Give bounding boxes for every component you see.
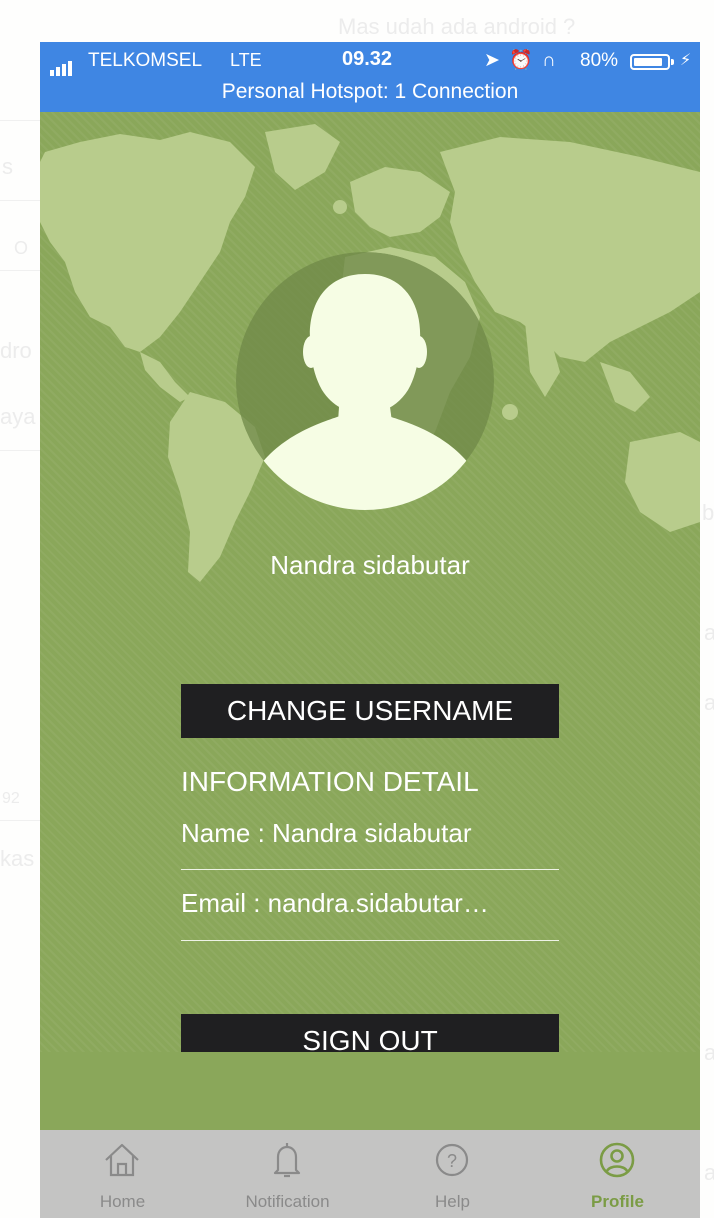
- information-detail-heading: INFORMATION DETAIL: [181, 766, 479, 797]
- network-type: LTE: [230, 50, 262, 70]
- svg-text:?: ?: [447, 1151, 457, 1171]
- signal-strength-icon: [50, 54, 74, 76]
- change-username-button[interactable]: CHANGE USERNAME: [181, 684, 559, 738]
- tab-profile-label: Profile: [591, 1192, 644, 1211]
- background-message: a: [704, 690, 714, 715]
- background-divider: [0, 270, 40, 271]
- background-message: a: [704, 1040, 714, 1065]
- background-message: O: [14, 238, 29, 258]
- profile-icon: [599, 1142, 635, 1178]
- charging-icon: ⚡: [680, 52, 692, 69]
- avatar[interactable]: [236, 252, 494, 510]
- bottom-spacer: [40, 1052, 700, 1130]
- tab-notification-label: Notification: [245, 1192, 330, 1211]
- name-detail: Name : Nandra sidabutar: [181, 818, 472, 848]
- background-message: kas: [0, 846, 35, 871]
- tab-notification[interactable]: Notification: [205, 1130, 370, 1218]
- tab-help[interactable]: ? Help: [370, 1130, 535, 1218]
- background-message: a: [704, 1160, 714, 1185]
- clock: 09.32: [342, 48, 393, 70]
- background-divider: [0, 120, 40, 121]
- help-icon: ?: [435, 1143, 469, 1177]
- alarm-icon: ⏰: [509, 50, 535, 71]
- profile-username: Nandra sidabutar: [270, 550, 470, 580]
- tab-profile[interactable]: Profile: [535, 1130, 700, 1218]
- headphones-icon: ∩: [542, 50, 558, 71]
- bell-icon: [273, 1143, 301, 1178]
- email-detail: Email : nandra.sidabutar…: [181, 888, 489, 918]
- user-silhouette-icon: [236, 252, 494, 510]
- background-divider: [0, 820, 40, 821]
- tab-home[interactable]: Home: [40, 1130, 205, 1218]
- profile-background: Nandra sidabutar CHANGE USERNAME INFORMA…: [40, 112, 700, 1068]
- divider: [181, 940, 559, 941]
- status-bar: TELKOMSEL LTE 09.32 ➤ ⏰ ∩ 80% ⚡ Personal…: [40, 42, 700, 112]
- battery-percentage: 80%: [580, 50, 619, 71]
- background-message: dro: [0, 338, 32, 363]
- home-icon: [105, 1143, 139, 1177]
- tab-bar: Home Notification ? Help Profile: [40, 1130, 700, 1218]
- background-message: aya: [0, 404, 36, 429]
- background-message: b: [702, 500, 714, 525]
- phone-screen: TELKOMSEL LTE 09.32 ➤ ⏰ ∩ 80% ⚡ Personal…: [40, 42, 700, 1218]
- carrier-name: TELKOMSEL: [88, 50, 203, 71]
- background-divider: [0, 450, 40, 451]
- hotspot-banner[interactable]: Personal Hotspot: 1 Connection: [40, 80, 700, 104]
- background-message: s: [2, 154, 13, 179]
- divider: [181, 869, 559, 870]
- tab-help-label: Help: [435, 1192, 470, 1211]
- background-message: 92: [2, 790, 20, 807]
- background-message: a: [704, 620, 714, 645]
- background-message: Mas udah ada android ?: [338, 14, 576, 39]
- tab-home-label: Home: [99, 1192, 146, 1211]
- status-icons: ➤ ⏰ ∩: [484, 48, 558, 72]
- location-arrow-icon: ➤: [484, 50, 502, 71]
- status-row: TELKOMSEL LTE 09.32 ➤ ⏰ ∩ 80% ⚡: [40, 48, 700, 76]
- background-divider: [0, 200, 40, 201]
- battery-icon: [630, 54, 674, 70]
